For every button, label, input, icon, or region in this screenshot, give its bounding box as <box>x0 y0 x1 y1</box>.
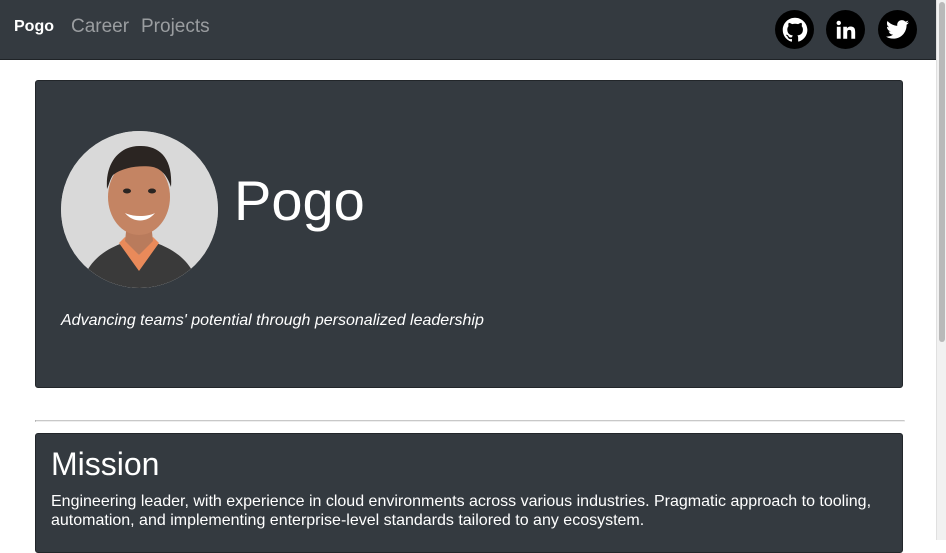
hero-card: Pogo Advancing teams' potential through … <box>35 80 903 388</box>
mission-heading: Mission <box>51 446 160 482</box>
twitter-link[interactable] <box>878 10 917 49</box>
twitter-icon <box>885 17 910 42</box>
linkedin-link[interactable] <box>826 10 865 49</box>
page-scrollbar[interactable] <box>936 0 946 540</box>
github-icon <box>781 16 809 44</box>
mission-card: Mission Engineering leader, with experie… <box>35 433 903 553</box>
brand-link[interactable]: Pogo <box>14 18 54 36</box>
linkedin-icon <box>835 19 857 41</box>
nav-link-career[interactable]: Career <box>71 16 129 38</box>
mission-description: Engineering leader, with experience in c… <box>51 493 872 529</box>
profile-photo <box>61 131 218 288</box>
section-divider <box>35 420 905 422</box>
nav-link-projects[interactable]: Projects <box>141 16 210 38</box>
top-navbar: Pogo Career Projects <box>0 0 936 60</box>
profile-tagline: Advancing teams' potential through perso… <box>61 312 484 329</box>
scrollbar-thumb[interactable] <box>939 2 945 342</box>
github-link[interactable] <box>775 10 814 49</box>
profile-name: Pogo <box>234 169 365 232</box>
